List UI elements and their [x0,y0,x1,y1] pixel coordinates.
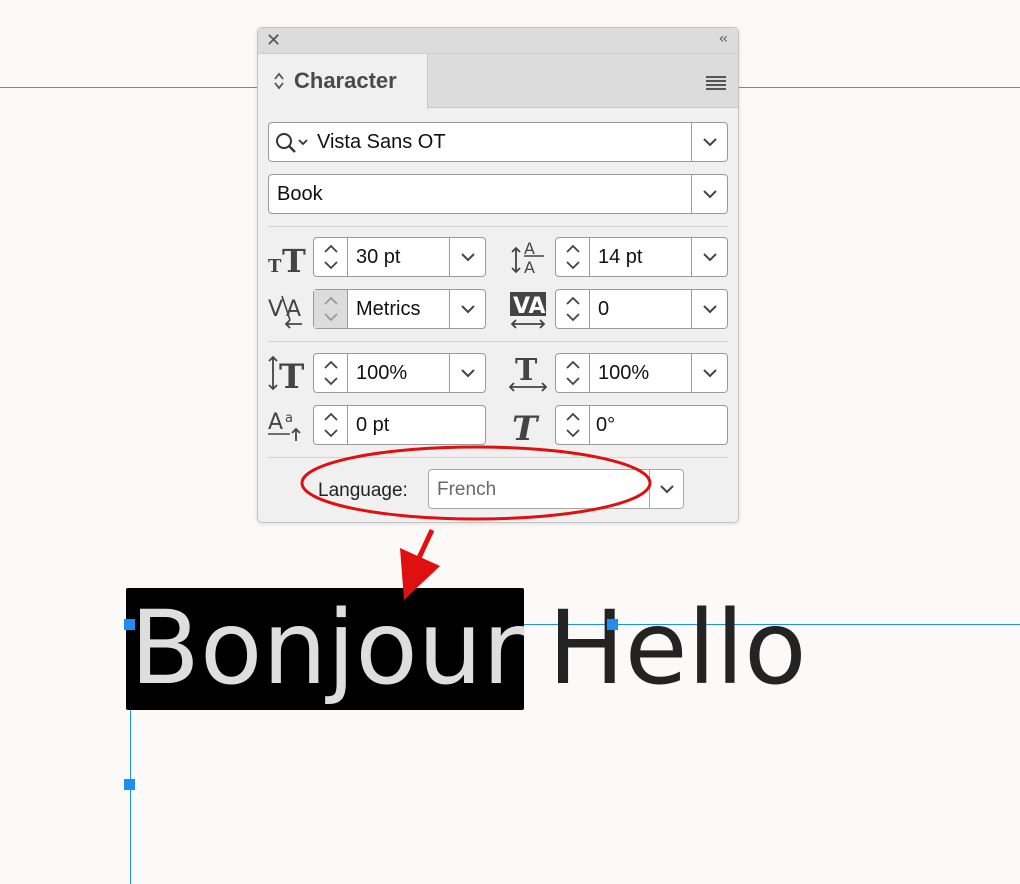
horizontal-scale-dropdown[interactable] [691,354,727,392]
skew-icon: T [512,409,540,445]
separator [268,226,728,227]
baseline-shift-icon: A a [268,410,301,441]
chevron-down-icon [660,485,674,494]
font-size-stepper[interactable] [314,238,348,276]
baseline-shift-stepper[interactable] [314,406,348,444]
svg-text:T: T [268,256,282,277]
tab-expand-icon [274,72,284,90]
tracking-dropdown[interactable] [691,290,727,328]
language-dropdown[interactable] [649,470,683,508]
chevron-down-icon [703,369,717,378]
vertical-scale-stepper[interactable] [314,354,348,392]
chevron-down-icon [461,369,475,378]
font-family-field[interactable]: Vista Sans OT [268,122,728,162]
svg-text:A: A [524,258,535,276]
panel-menu-icon[interactable] [706,76,726,90]
kerning-dropdown[interactable] [449,290,485,328]
leading-value[interactable]: 14 pt [598,246,642,269]
font-style-value[interactable]: Book [277,183,323,206]
separator [268,341,728,342]
chevron-down-icon [703,190,717,199]
chevron-down-icon [703,138,717,147]
chevron-down-icon [461,305,475,314]
svg-text:T: T [279,357,304,393]
character-panel: ✕ ‹‹ Character Vista Sans OT Book T T 30… [257,27,739,523]
panel-tab-strip: Character [258,54,738,109]
font-family-dropdown[interactable] [691,123,727,161]
selected-text-bonjour[interactable]: Bonjour [126,588,524,710]
text-hello[interactable]: Hello [548,588,807,710]
font-size-dropdown[interactable] [449,238,485,276]
svg-text:A: A [268,410,283,435]
tab-character[interactable]: Character [258,54,428,109]
font-size-field[interactable]: 30 pt [313,237,486,277]
leading-stepper[interactable] [556,238,590,276]
search-icon[interactable] [275,132,311,154]
vertical-scale-value[interactable]: 100% [356,362,407,385]
chevron-down-icon [461,253,475,262]
chevron-down-icon [703,305,717,314]
svg-text:V: V [268,297,283,322]
language-select[interactable]: French [428,469,684,509]
chevron-down-icon [703,253,717,262]
leading-icon: A A [511,239,544,276]
svg-text:T: T [282,242,306,278]
font-style-dropdown[interactable] [691,175,727,213]
horizontal-scale-field[interactable]: 100% [555,353,728,393]
close-icon[interactable]: ✕ [266,31,281,49]
vertical-scale-field[interactable]: 100% [313,353,486,393]
kerning-field[interactable]: Metrics [313,289,486,329]
tracking-field[interactable]: 0 [555,289,728,329]
font-size-icon: T T [268,242,306,278]
language-label: Language: [318,480,408,501]
leading-field[interactable]: 14 pt [555,237,728,277]
separator [268,457,728,458]
skew-field[interactable]: 0° [555,405,728,445]
tracking-stepper[interactable] [556,290,590,328]
svg-text:VA: VA [513,294,546,319]
font-style-field[interactable]: Book [268,174,728,214]
vertical-scale-dropdown[interactable] [449,354,485,392]
collapse-icon[interactable]: ‹‹ [719,31,728,47]
tracking-icon: VA [510,292,546,329]
skew-value[interactable]: 0° [596,414,615,437]
svg-text:A: A [286,297,301,322]
horizontal-scale-icon: T [508,353,548,392]
frame-handle-middle-left[interactable] [124,779,135,790]
vertical-scale-icon: T [268,355,304,393]
tab-label: Character [294,68,397,93]
frame-handle-top-left[interactable] [124,619,135,630]
svg-text:T: T [515,353,538,388]
panel-titlebar[interactable]: ✕ ‹‹ [258,28,738,54]
svg-text:T: T [512,409,540,445]
horizontal-scale-stepper[interactable] [556,354,590,392]
kerning-value[interactable]: Metrics [356,298,420,321]
annotation-arrow-shaft [415,528,435,562]
svg-text:a: a [285,411,293,426]
frame-handle-top-middle[interactable] [607,619,618,630]
language-value[interactable]: French [437,479,496,501]
font-family-value[interactable]: Vista Sans OT [317,131,446,154]
baseline-shift-value[interactable]: 0 pt [356,414,389,437]
kerning-stepper[interactable] [314,290,348,328]
skew-stepper[interactable] [556,406,590,444]
font-size-value[interactable]: 30 pt [356,246,400,269]
leading-dropdown[interactable] [691,238,727,276]
horizontal-scale-value[interactable]: 100% [598,362,649,385]
svg-text:A: A [524,239,535,258]
tracking-value[interactable]: 0 [598,298,609,321]
baseline-shift-field[interactable]: 0 pt [313,405,486,445]
kerning-icon: V A [268,295,302,329]
